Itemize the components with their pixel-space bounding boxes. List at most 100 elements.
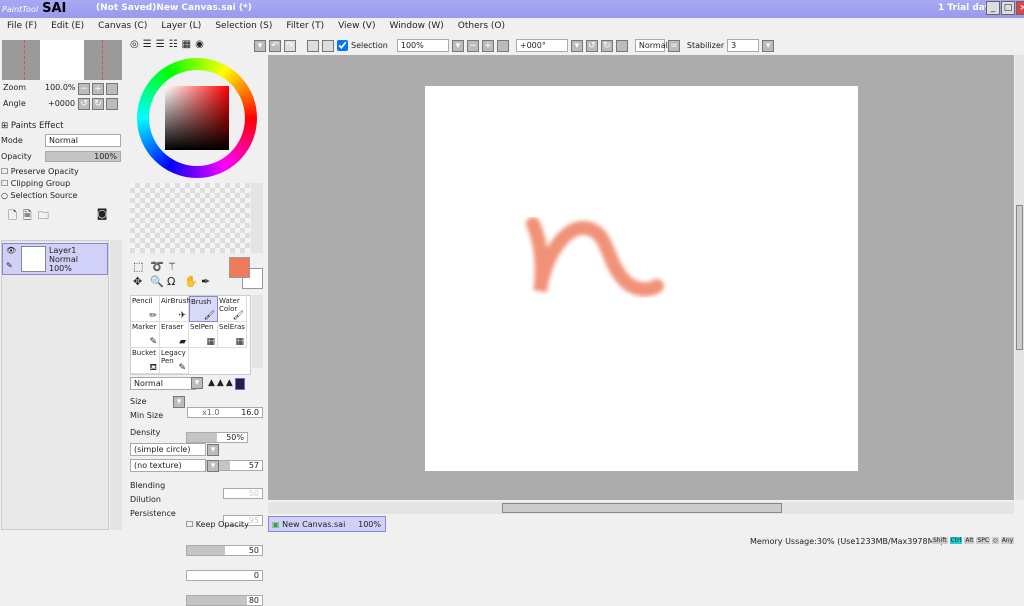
brush-shape-dropdown-button[interactable]: ▾ — [207, 444, 219, 456]
deselect-button[interactable] — [307, 39, 319, 52]
document-tab[interactable]: ▣ New Canvas.sai 100% — [268, 516, 386, 532]
canvas-vertical-scrollbar[interactable] — [1015, 55, 1024, 500]
layer-list-scrollbar[interactable] — [110, 240, 122, 530]
nav-zoom-reset-button[interactable] — [106, 83, 118, 95]
rgb-slider-tab[interactable]: ☰ — [143, 39, 152, 50]
brush-blend-mode-select[interactable]: Normal — [130, 377, 196, 390]
nav-rotate-left-button[interactable]: ↺ — [78, 98, 90, 110]
brush-texture-dropdown-button[interactable]: ▾ — [207, 460, 219, 472]
scratchpad-tab[interactable]: ▦ — [182, 39, 191, 50]
edge-medium-icon[interactable]: ▲ — [217, 378, 224, 390]
nav-zoom-out-button[interactable]: − — [78, 83, 90, 95]
tool-seleras[interactable]: SelEras ▦ — [218, 322, 247, 348]
drawing-canvas[interactable] — [425, 86, 858, 471]
undo-button[interactable]: ↶ — [269, 39, 281, 52]
paints-effect-header[interactable]: ⊞ Paints Effect — [1, 121, 63, 131]
menu-others[interactable]: Others (O) — [451, 18, 512, 36]
blend-mode-field[interactable]: Normal — [634, 39, 668, 52]
angle-select[interactable]: +000° — [515, 39, 568, 52]
tool-palette-scrollbar[interactable] — [252, 295, 263, 368]
selection-checkbox[interactable] — [337, 40, 348, 51]
tool-pencil[interactable]: Pencil ✏ — [131, 296, 160, 322]
zoom-in-button[interactable]: + — [481, 39, 494, 52]
edge-flat-icon[interactable]: ■ — [234, 378, 246, 390]
menu-edit[interactable]: Edit (E) — [44, 18, 91, 36]
tool-watercolor[interactable]: Water Color 🖌 — [218, 296, 247, 322]
layer-row[interactable]: 👁 ✎ Layer1 Normal 100% — [2, 243, 108, 275]
menu-view[interactable]: View (V) — [331, 18, 382, 36]
flip-button[interactable]: = — [667, 39, 680, 52]
visibility-eye-icon[interactable]: 👁 — [6, 246, 16, 255]
zoom-reset-button[interactable] — [496, 39, 509, 52]
hand-icon[interactable]: ✋ — [184, 275, 199, 288]
swatch-tab[interactable]: ☷ — [169, 39, 178, 50]
zoom-select[interactable]: 100% — [396, 39, 449, 52]
layer-opacity-slider[interactable]: 100% — [45, 151, 121, 162]
edge-hard-icon[interactable]: ▲ — [208, 378, 215, 390]
intermediate-color-tab[interactable]: ◉ — [195, 39, 204, 50]
color-wheel-tab[interactable]: ◎ — [130, 39, 139, 50]
nav-angle-value[interactable]: +0000 — [48, 99, 75, 108]
tool-legacy-pen[interactable]: Legacy Pen ✎ — [160, 348, 189, 374]
tool-marker[interactable]: Marker ✎ — [131, 322, 160, 348]
layer-mode-select[interactable]: Normal — [45, 134, 121, 147]
nav-rotate-right-button[interactable]: ↻ — [92, 98, 104, 110]
keep-opacity-checkbox[interactable]: ☐ Keep Opacity — [186, 520, 249, 529]
new-layer-icon[interactable]: 🗋 — [8, 207, 17, 226]
hsv-slider-tab[interactable]: ☰ — [156, 39, 165, 50]
stabilizer-select[interactable]: 3 — [727, 39, 760, 52]
zoom-icon[interactable]: 🔍 — [150, 275, 165, 288]
nav-rotate-reset-button[interactable] — [106, 98, 118, 110]
new-linework-layer-icon[interactable]: 🗎 — [23, 207, 32, 226]
tool-bucket[interactable]: Bucket ⛾ — [131, 348, 160, 374]
rotate-icon[interactable]: Ω — [167, 275, 182, 288]
toolbar-menu-button[interactable]: ▾ — [254, 39, 266, 52]
invert-selection-button[interactable] — [322, 39, 334, 52]
rotate-reset-button[interactable] — [615, 39, 628, 52]
menu-layer[interactable]: Layer (L) — [154, 18, 208, 36]
dilution-slider[interactable]: 0 — [186, 570, 263, 581]
brush-shape-strength[interactable]: 50 — [223, 488, 263, 499]
tool-brush[interactable]: Brush 🖌 — [189, 296, 218, 322]
menu-filter[interactable]: Filter (T) — [279, 18, 331, 36]
color-wheel[interactable] — [137, 58, 257, 178]
brush-mode-dropdown-button[interactable]: ▾ — [191, 377, 203, 389]
layer-mask-icon[interactable]: ◙ — [97, 207, 108, 226]
stabilizer-dropdown-button[interactable]: ▾ — [762, 39, 775, 52]
angle-dropdown-button[interactable]: ▾ — [570, 39, 583, 52]
menu-file[interactable]: File (F) — [0, 18, 44, 36]
rotate-right-button[interactable]: ↻ — [600, 39, 613, 52]
canvas-horizontal-scrollbar[interactable] — [268, 502, 1014, 514]
tool-eraser[interactable]: Eraser ▰ — [160, 322, 189, 348]
persistence-slider[interactable]: 80 — [186, 595, 263, 606]
menu-canvas[interactable]: Canvas (C) — [91, 18, 154, 36]
saturation-value-square[interactable] — [165, 86, 229, 150]
selection-source-radio[interactable]: ○ Selection Source — [1, 191, 77, 200]
min-size-slider[interactable]: 50% — [186, 432, 248, 443]
lasso-icon[interactable]: ➰ — [150, 260, 165, 273]
scratchpad-scrollbar[interactable] — [251, 183, 263, 253]
move-icon[interactable]: ✥ — [133, 275, 148, 288]
new-folder-icon[interactable]: 🗀 — [38, 207, 49, 226]
zoom-dropdown-button[interactable]: ▾ — [451, 39, 464, 52]
magic-wand-icon[interactable]: ⚚ — [167, 260, 182, 273]
clipping-group-checkbox[interactable]: ☐ Clipping Group — [1, 179, 70, 188]
navigator-preview[interactable] — [2, 40, 122, 80]
primary-color[interactable] — [229, 257, 250, 278]
size-mult-button[interactable]: ▾ — [173, 396, 185, 408]
tool-airbrush[interactable]: AirBrush ✈ — [160, 296, 191, 322]
maximize-button[interactable]: □ — [1001, 1, 1015, 15]
zoom-out-button[interactable]: − — [466, 39, 479, 52]
redo-button[interactable]: ↷ — [284, 39, 296, 52]
menu-window[interactable]: Window (W) — [382, 18, 450, 36]
rect-select-icon[interactable]: ⬚ — [133, 260, 148, 273]
size-slider[interactable]: x1.0 16.0 — [187, 407, 263, 418]
brush-texture-select[interactable]: (no texture) — [130, 459, 206, 472]
close-button[interactable]: × — [1016, 1, 1024, 15]
eyedropper-icon[interactable]: ✒ — [201, 275, 216, 288]
nav-zoom-in-button[interactable]: + — [92, 83, 104, 95]
rotate-left-button[interactable]: ↺ — [585, 39, 598, 52]
nav-zoom-value[interactable]: 100.0% — [45, 83, 76, 92]
minimize-button[interactable]: _ — [986, 1, 1000, 15]
scratchpad[interactable] — [130, 183, 250, 253]
